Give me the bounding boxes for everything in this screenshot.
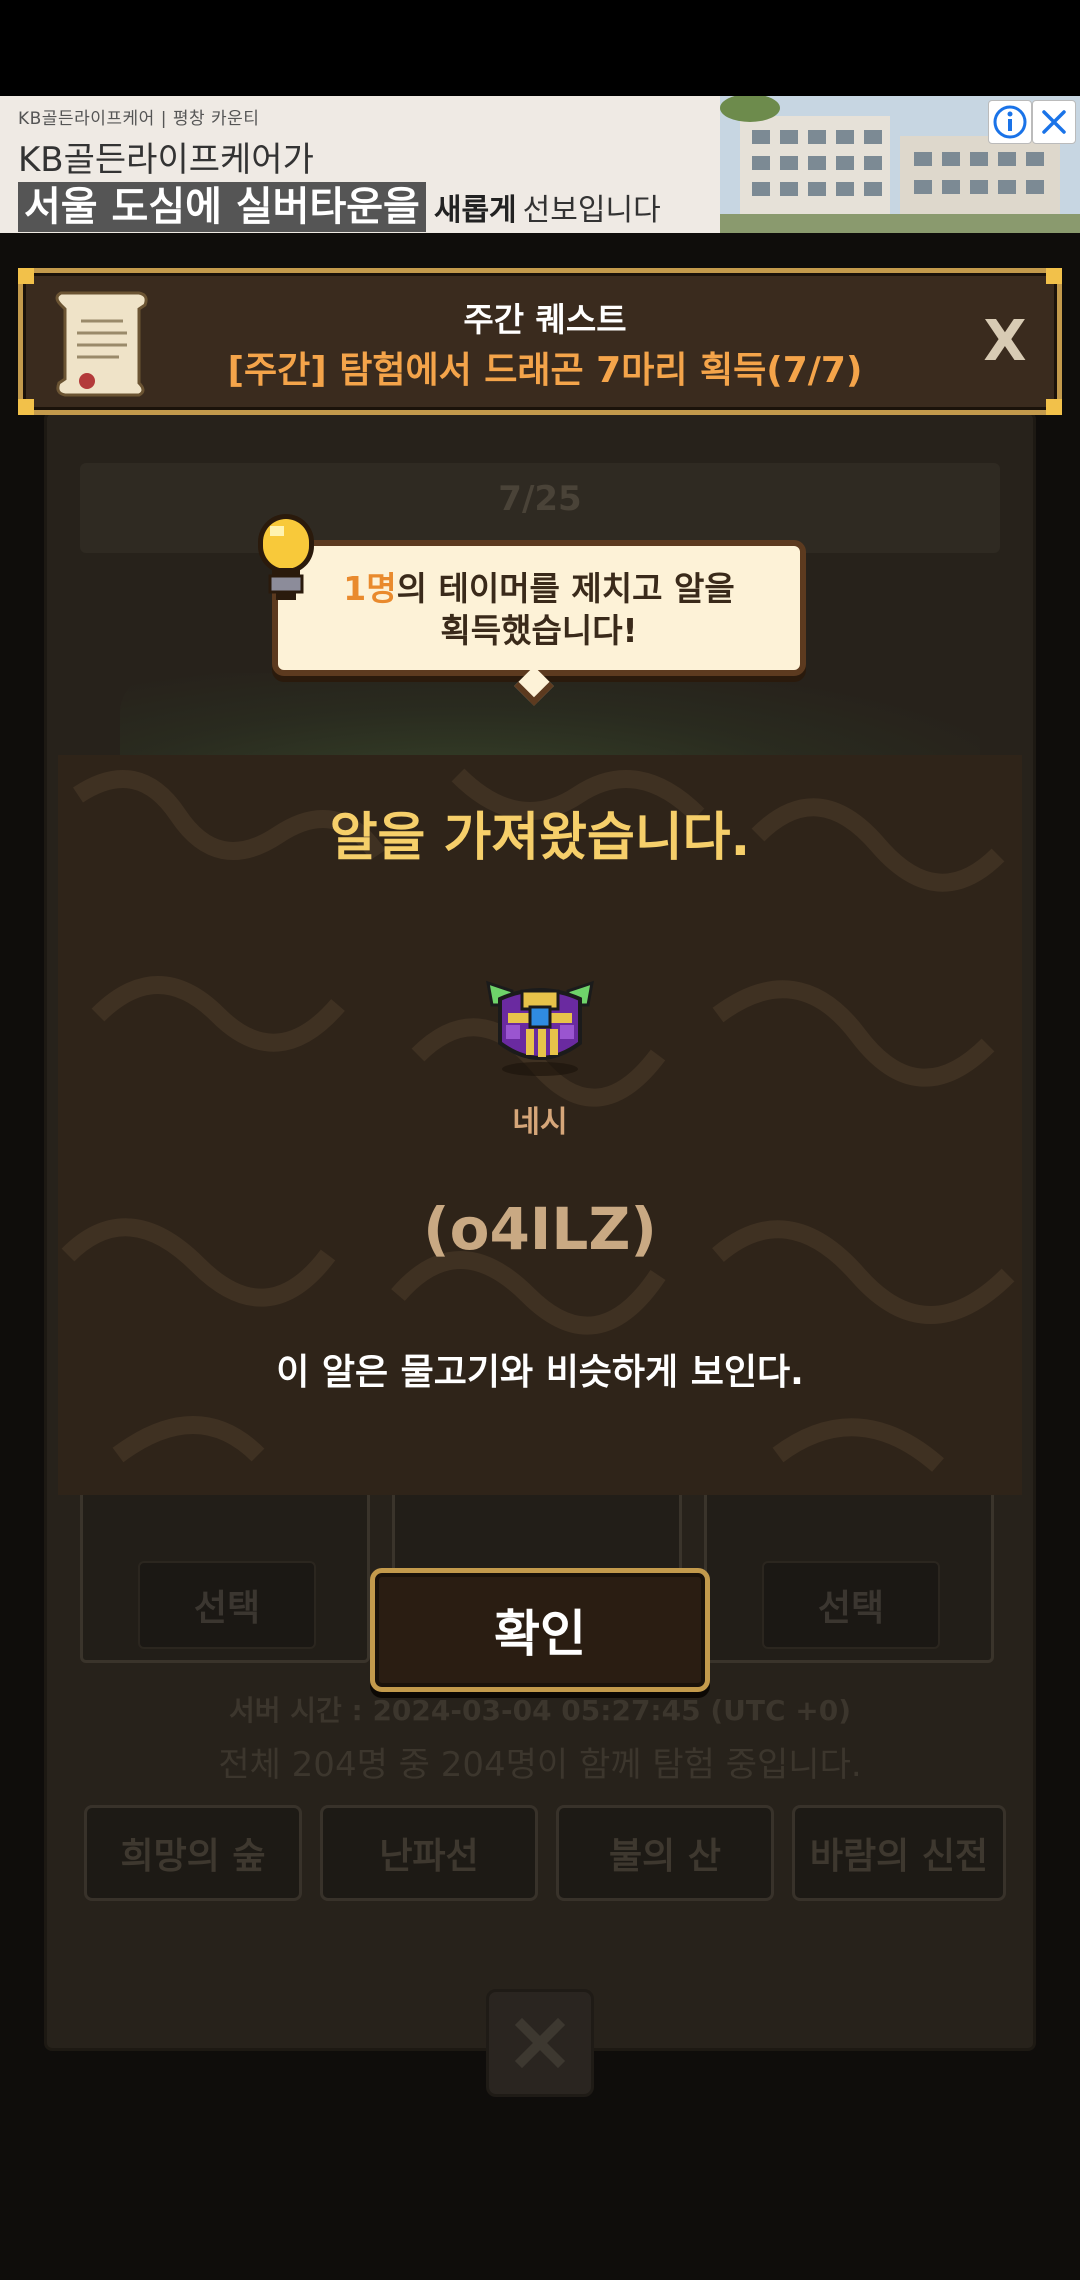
tab-wind-temple[interactable]: 바람의 신전 (792, 1805, 1006, 1901)
lightbulb-icon (258, 514, 314, 600)
ad-info-icon[interactable] (988, 100, 1032, 144)
tooltip-line1: 의 테이머를 제치고 알을 (396, 569, 735, 608)
egg-acquired-modal: 알을 가져왔습니다. 네시 (o4ILZ) 이 알은 물고기와 비슷하게 보인다… (58, 755, 1022, 1495)
tab-fire-mountain[interactable]: 불의 산 (556, 1805, 774, 1901)
ad-headline-bold: 새롭게 (433, 193, 517, 228)
status-bar (0, 0, 1080, 96)
confirm-button[interactable]: 확인 (370, 1568, 710, 1692)
server-time: 서버 시간 : 2024-03-04 05:27:45 (UTC +0) (228, 1694, 852, 1727)
ad-headline: 서울 도심에 실버타운을 새롭게 선보입니다 (18, 174, 661, 232)
egg-code: (o4ILZ) (423, 1195, 657, 1263)
confirm-button-label: 확인 (494, 1605, 586, 1663)
quest-close-button[interactable]: X (975, 307, 1035, 377)
frame-corner (18, 268, 34, 284)
modal-title: 알을 가져왔습니다. (329, 808, 751, 868)
explore-status: 전체 204명 중 204명이 함께 탐험 중입니다. (218, 1745, 862, 1785)
tooltip-text: 1명의 테이머를 제치고 알을 획득했습니다! (278, 568, 800, 652)
tooltip-line2: 획득했습니다! (440, 611, 638, 650)
egg-description: 이 알은 물고기와 비슷하게 보인다. (276, 1352, 804, 1393)
egg-name: 네시 (512, 1105, 568, 1140)
ad-headline-main: 서울 도심에 실버타운을 (18, 182, 426, 232)
ad-banner[interactable]: KB골든라이프케어 | 평창 카운티 KB골든라이프케어가 서울 도심에 실버타… (0, 96, 1080, 233)
frame-corner (18, 399, 34, 415)
weekly-quest-banner: 주간 퀘스트 [주간] 탐험에서 드래곤 7마리 획득(7/7) X (18, 268, 1062, 415)
ad-brand-line: KB골든라이프케어 | 평창 카운티 (18, 109, 260, 129)
frame-corner (1046, 268, 1062, 284)
egg-result-tooltip: 1명의 테이머를 제치고 알을 획득했습니다! (272, 540, 806, 676)
progress-text: 7/25 (498, 479, 582, 519)
quest-title: 주간 퀘스트 (463, 300, 627, 339)
tab-forest-of-hope[interactable]: 희망의 숲 (84, 1805, 302, 1901)
select-button-left[interactable]: 선택 (138, 1561, 316, 1649)
tab-shipwreck[interactable]: 난파선 (320, 1805, 538, 1901)
egg-icon (486, 980, 594, 1076)
ad-headline-rest: 선보입니다 (522, 193, 661, 228)
tooltip-count: 1명 (343, 569, 397, 608)
quest-description: [주간] 탐험에서 드래곤 7마리 획득(7/7) (227, 350, 863, 391)
ad-close-icon[interactable] (1032, 100, 1076, 144)
background-close-button[interactable] (486, 1989, 594, 2097)
frame-corner (1046, 399, 1062, 415)
close-x-icon (514, 2017, 566, 2069)
select-button-right[interactable]: 선택 (762, 1561, 940, 1649)
